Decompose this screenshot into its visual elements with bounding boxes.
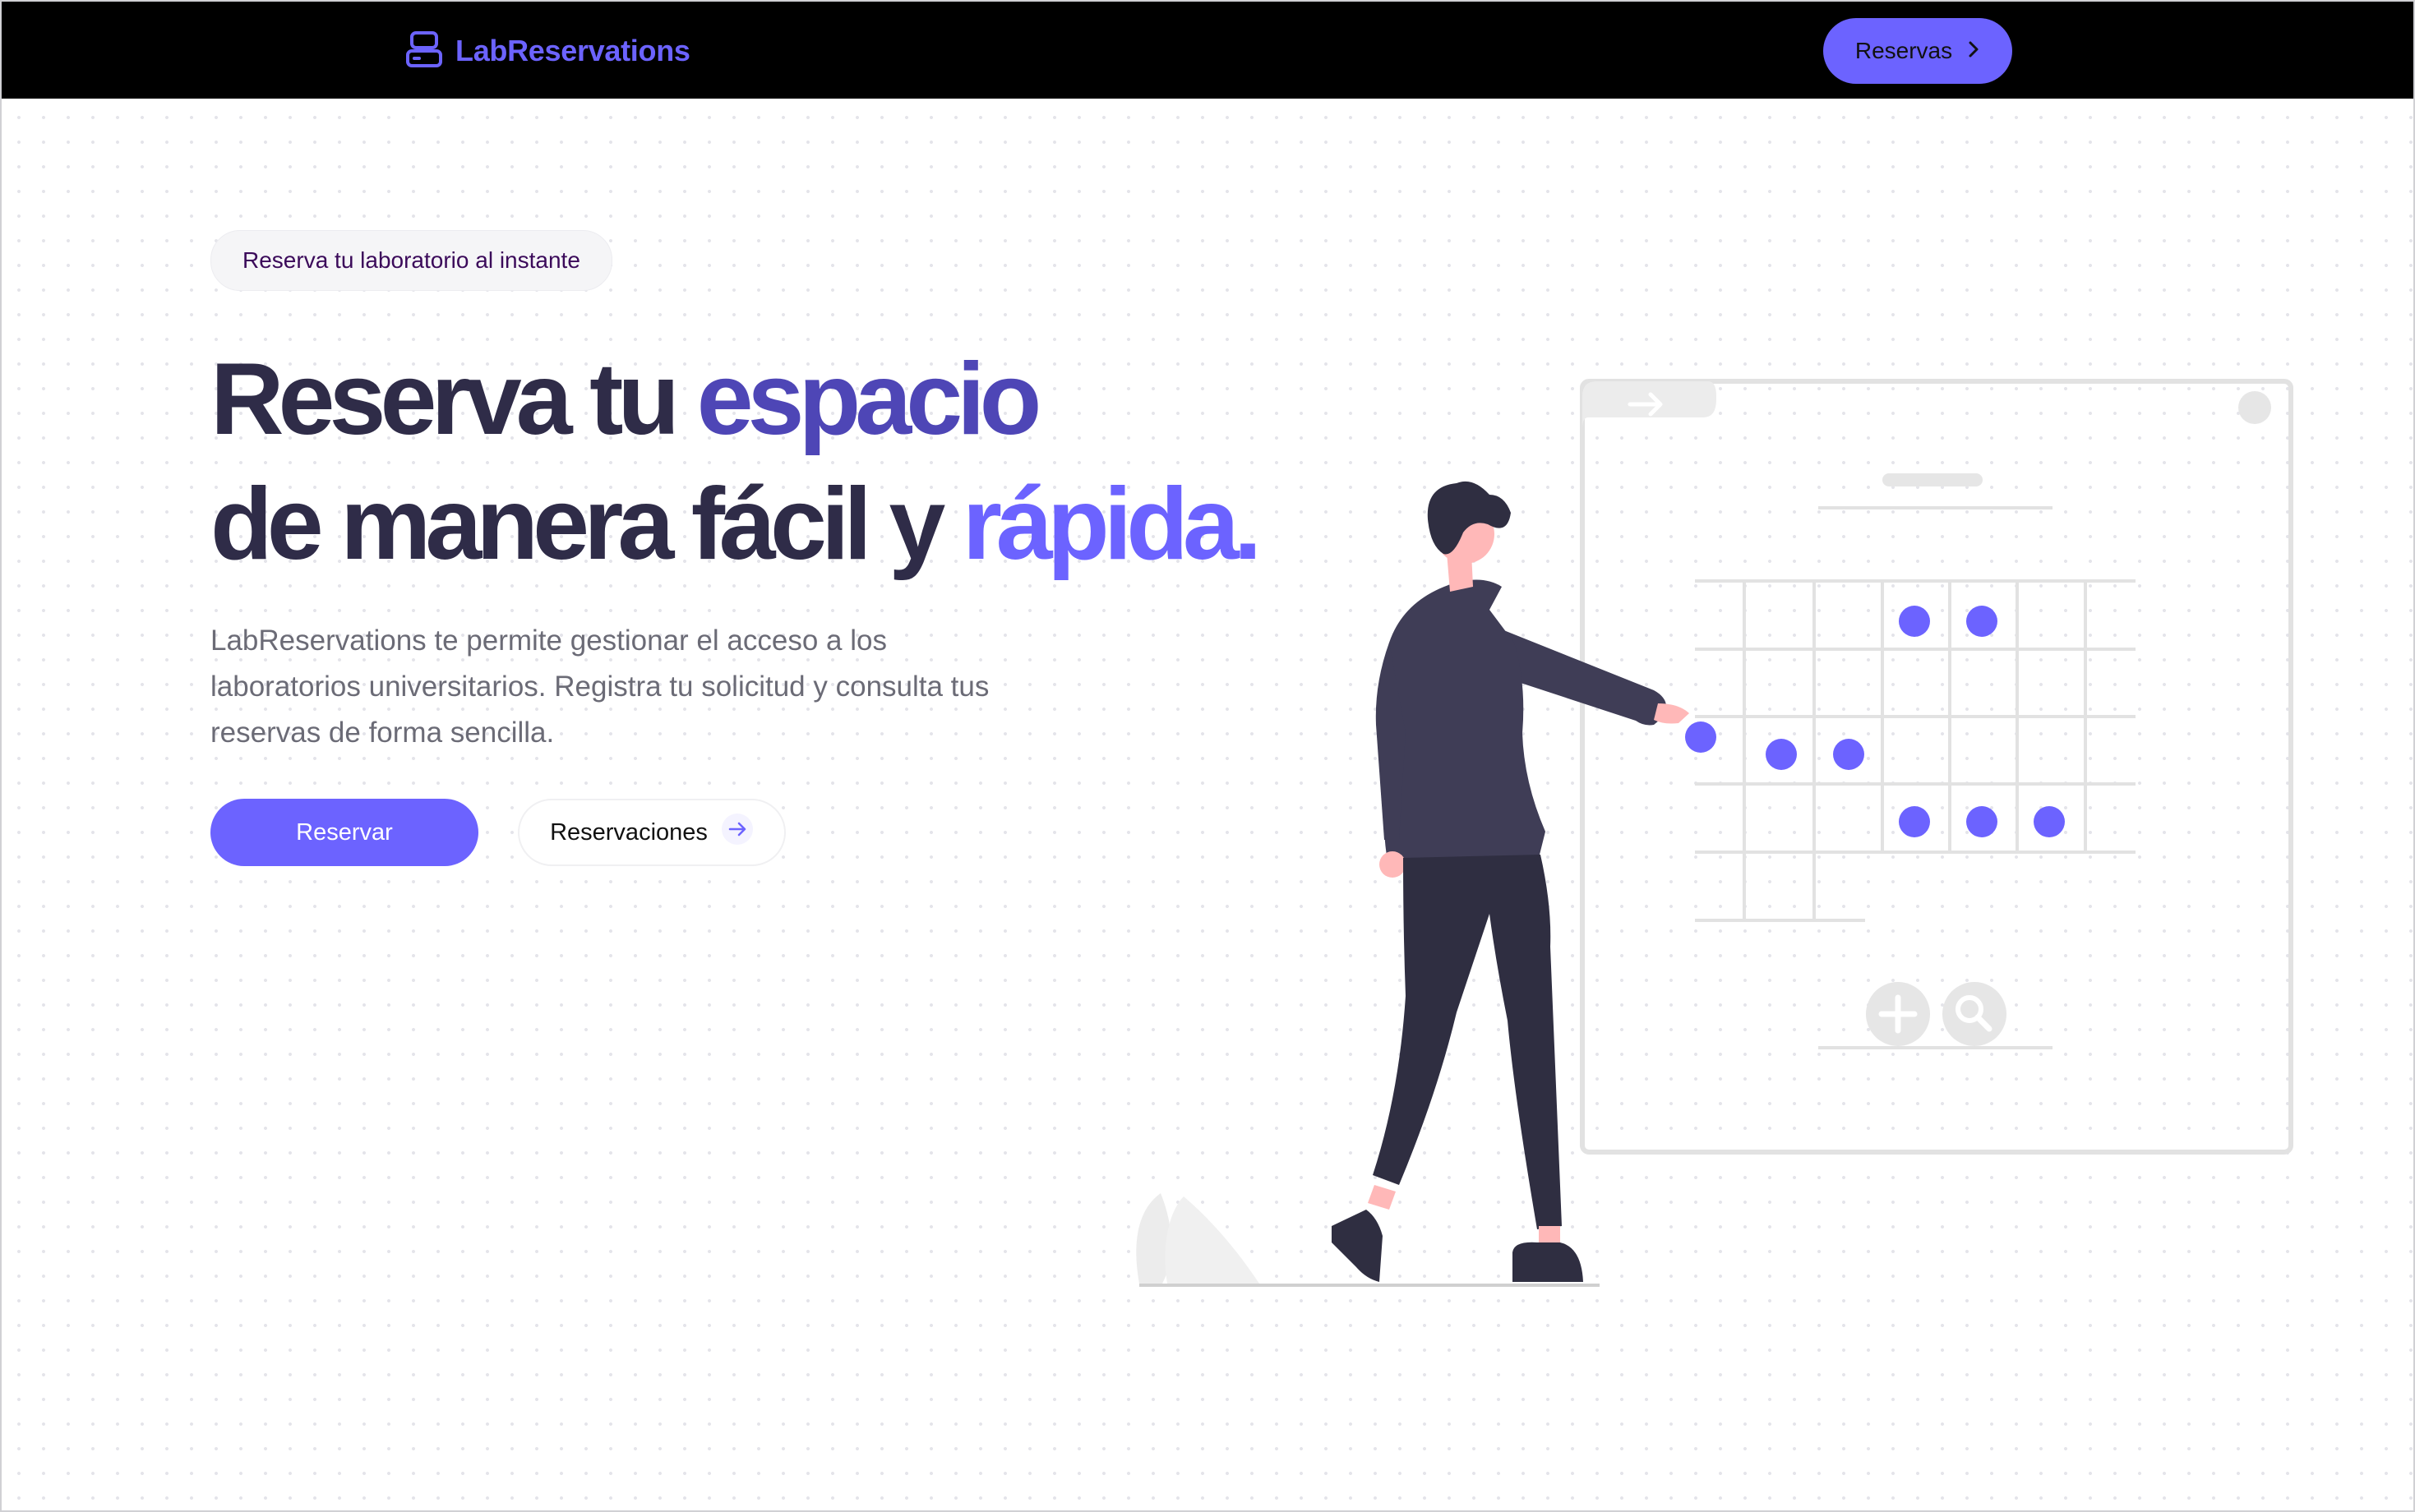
person [1332, 481, 1689, 1282]
reservas-nav-button[interactable]: Reservas [1823, 18, 2012, 84]
hero-title-text: Reserva tu [210, 343, 697, 456]
hero-title-accent-espacio: espacio [696, 343, 1042, 456]
brand-link[interactable]: LabReservations [406, 28, 690, 74]
calendar-illustration [1128, 371, 2295, 1304]
arrow-right-icon [721, 813, 754, 852]
lab-logo-icon [406, 30, 442, 71]
hero-badge: Reserva tu laboratorio al instante [210, 230, 612, 291]
brand-name: LabReservations [455, 34, 690, 67]
hero-title: Reserva tu espacio de manera fácil y ráp… [210, 337, 1262, 587]
reservaciones-label: Reservaciones [550, 818, 708, 846]
calendar-frame [1580, 379, 2293, 1155]
navbar: LabReservations Reservas [2, 2, 2413, 99]
reservas-nav-label: Reservas [1854, 38, 1953, 63]
reservar-button[interactable]: Reservar [210, 799, 478, 866]
calendar-controls [1818, 982, 2053, 1049]
hero-description: LabReservations te permite gestionar el … [210, 625, 990, 749]
hero-title-text-2: de manera fácil y [210, 468, 963, 581]
chevron-right-icon [1967, 38, 1980, 64]
reservaciones-button[interactable]: Reservaciones [518, 799, 786, 866]
calendar-dots [1685, 606, 2065, 837]
